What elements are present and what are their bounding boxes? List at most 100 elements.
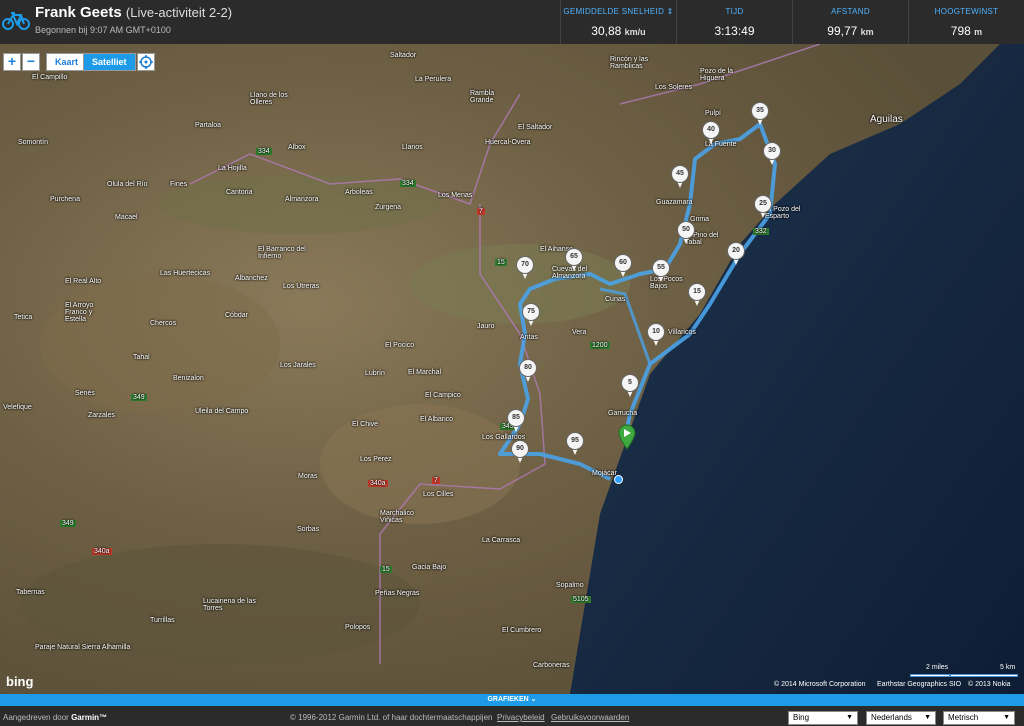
terms-link[interactable]: Gebruiksvoorwaarden bbox=[551, 713, 629, 722]
chevron-down-icon: ▼ bbox=[846, 714, 853, 721]
km-marker[interactable]: 15 bbox=[688, 283, 706, 307]
km-marker[interactable]: 25 bbox=[754, 195, 772, 219]
stat-label: AFSTAND bbox=[831, 7, 870, 16]
place-label: Pozo de la Higuera bbox=[700, 68, 734, 82]
km-marker-label: 15 bbox=[688, 283, 706, 301]
privacy-link[interactable]: Privacybeleid bbox=[497, 713, 545, 722]
place-label: Somontín bbox=[18, 139, 48, 146]
crosshair-icon bbox=[139, 55, 153, 69]
km-marker-label: 25 bbox=[754, 195, 772, 213]
map-provider-value: Bing bbox=[793, 713, 810, 722]
km-marker[interactable]: 75 bbox=[522, 303, 540, 327]
place-label: Arboleas bbox=[345, 189, 373, 196]
place-label: El Marchal bbox=[408, 369, 442, 376]
place-label: Velefique bbox=[3, 404, 32, 411]
athlete-name: Frank Geets bbox=[35, 4, 122, 21]
km-marker[interactable]: 20 bbox=[727, 242, 745, 266]
current-position-icon[interactable] bbox=[614, 475, 623, 484]
units-value: Metrisch bbox=[948, 713, 979, 722]
km-marker[interactable]: 40 bbox=[702, 121, 720, 145]
start-flag-icon[interactable] bbox=[618, 424, 636, 450]
km-marker-label: 75 bbox=[522, 303, 540, 321]
stat-distance: AFSTAND 99,77 km bbox=[792, 0, 908, 44]
zoom-out-button[interactable]: − bbox=[22, 53, 40, 71]
map-type-satellite-button[interactable]: Satelliet bbox=[83, 53, 136, 71]
place-label: Tetica bbox=[14, 314, 33, 321]
place-label: Almanzora bbox=[285, 196, 319, 203]
place-label: Zarzales bbox=[88, 412, 115, 419]
road-label: 15 bbox=[380, 566, 392, 573]
place-label: Pulpí bbox=[705, 110, 721, 117]
place-label: Los Jarales bbox=[280, 362, 316, 369]
place-label: Las Huertecicas bbox=[160, 270, 211, 277]
stat-value: 798 bbox=[950, 24, 971, 38]
place-label: Fines bbox=[170, 181, 188, 188]
scale-bar-km bbox=[950, 674, 1018, 677]
km-marker-label: 30 bbox=[763, 142, 781, 160]
place-label: La Carrasca bbox=[482, 537, 521, 544]
powered-by-text: Aangedreven door bbox=[3, 713, 69, 722]
km-marker-label: 50 bbox=[677, 221, 695, 239]
map-provider-select[interactable]: Bing ▼ bbox=[788, 711, 858, 725]
km-marker-label: 70 bbox=[516, 256, 534, 274]
satellite-map[interactable]: El Campillo Llano de los Olleres Saltado… bbox=[0, 44, 1024, 694]
km-marker[interactable]: 50 bbox=[677, 221, 695, 245]
units-select[interactable]: Metrisch ▼ bbox=[943, 711, 1015, 725]
stat-avg-speed[interactable]: GEMIDDELDE SNELHEID ⇕ 30,88 km/u bbox=[560, 0, 676, 44]
place-label: Garrucha bbox=[608, 410, 638, 417]
language-select[interactable]: Nederlands ▼ bbox=[866, 711, 936, 725]
place-label: Purchena bbox=[50, 196, 80, 203]
km-marker[interactable]: 55 bbox=[652, 259, 670, 283]
km-marker[interactable]: 35 bbox=[751, 102, 769, 126]
place-label: Sopalmo bbox=[556, 582, 584, 589]
km-marker[interactable]: 80 bbox=[519, 359, 537, 383]
place-label: El Albarico bbox=[420, 416, 454, 423]
km-marker[interactable]: 60 bbox=[614, 254, 632, 278]
place-label: Paraje Natural Sierra Alhamilla bbox=[35, 644, 131, 651]
place-label: Marchalico Viñicas bbox=[380, 510, 414, 524]
road-label: 349 bbox=[131, 394, 147, 401]
chevron-down-icon: ▼ bbox=[1003, 714, 1010, 721]
place-label: La Hojilla bbox=[218, 165, 247, 172]
bing-logo: bing bbox=[6, 674, 34, 689]
km-marker[interactable]: 10 bbox=[647, 323, 665, 347]
km-marker[interactable]: 30 bbox=[763, 142, 781, 166]
place-label: Los Menas bbox=[438, 192, 473, 199]
locate-button[interactable] bbox=[137, 53, 155, 71]
place-label: Lubrín bbox=[365, 370, 385, 377]
place-label: Gacia Bajo bbox=[412, 564, 447, 571]
km-marker[interactable]: 90 bbox=[511, 440, 529, 464]
powered-by: Aangedreven door Garmin™ bbox=[3, 713, 107, 722]
km-marker[interactable]: 70 bbox=[516, 256, 534, 280]
km-marker-label: 90 bbox=[511, 440, 529, 458]
place-label: Jauro bbox=[477, 323, 495, 330]
km-marker-label: 20 bbox=[727, 242, 745, 260]
copyright-nokia: © 2013 Nokia bbox=[968, 681, 1011, 688]
place-label: Villaricos bbox=[668, 329, 696, 336]
stat-unit: m bbox=[974, 27, 983, 37]
place-label: Los Cilles bbox=[423, 491, 454, 498]
graphs-toggle[interactable]: GRAFIEKEN ⌄ bbox=[0, 694, 1024, 706]
km-marker[interactable]: 65 bbox=[565, 248, 583, 272]
chevron-down-icon: ▼ bbox=[924, 714, 931, 721]
km-marker[interactable]: 95 bbox=[566, 432, 584, 456]
km-marker[interactable]: 85 bbox=[507, 409, 525, 433]
zoom-in-button[interactable]: + bbox=[3, 53, 21, 71]
place-label: Saltador bbox=[390, 52, 417, 59]
scale-bar-miles bbox=[910, 674, 950, 677]
stat-label: TIJD bbox=[725, 7, 744, 16]
place-label: Benizalon bbox=[173, 375, 204, 382]
km-marker-label: 5 bbox=[621, 374, 639, 392]
stat-time: TIJD 3:13:49 bbox=[676, 0, 792, 44]
km-marker-label: 10 bbox=[647, 323, 665, 341]
activity-subtitle: (Live-activiteit 2-2) bbox=[125, 5, 233, 20]
place-label: Partaloa bbox=[195, 122, 222, 129]
km-marker-label: 80 bbox=[519, 359, 537, 377]
place-label: Turrillas bbox=[150, 617, 175, 624]
km-marker[interactable]: 5 bbox=[621, 374, 639, 398]
place-label: El Arroyo Franco y Estella bbox=[65, 302, 94, 323]
page-footer: Aangedreven door Garmin™ © 1996-2012 Gar… bbox=[0, 706, 1024, 726]
km-marker-label: 35 bbox=[751, 102, 769, 120]
map-type-map-button[interactable]: Kaart bbox=[46, 53, 88, 71]
km-marker[interactable]: 45 bbox=[671, 165, 689, 189]
